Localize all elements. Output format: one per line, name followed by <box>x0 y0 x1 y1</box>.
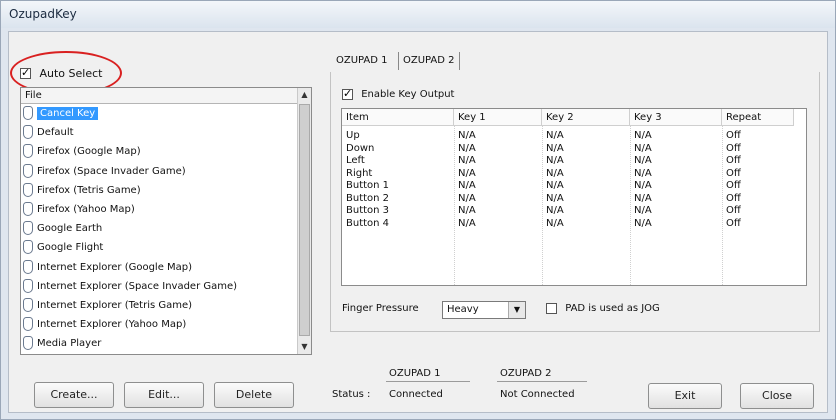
list-item[interactable]: Internet Explorer (Space Invader Game) <box>21 277 311 296</box>
list-item-label: Default <box>37 127 74 139</box>
title-bar[interactable]: OzupadKey <box>1 1 835 28</box>
status-label: Status : <box>332 389 371 400</box>
table-header-cell[interactable]: Key 3 <box>630 109 722 126</box>
list-items: Cancel Key Default Firefox (Google Map) Fir… <box>21 104 311 353</box>
finger-pressure-value: Heavy <box>447 304 479 315</box>
profile-icon <box>23 144 33 159</box>
window-title: OzupadKey <box>9 7 77 21</box>
list-item[interactable]: Media Player <box>21 334 311 353</box>
tab-ozupad-2[interactable]: OZUPAD 2 <box>398 52 460 70</box>
status-pad2-name: OZUPAD 2 <box>500 368 552 379</box>
profile-icon <box>23 278 33 293</box>
jog-label: PAD is used as JOG <box>565 303 660 314</box>
enable-key-output-check-icon[interactable] <box>342 87 353 100</box>
list-item-label: Media Player <box>37 338 102 350</box>
list-item-label: Internet Explorer (Yahoo Map) <box>37 319 187 331</box>
auto-select-label: Auto Select <box>39 66 103 80</box>
list-item[interactable]: Cancel Key <box>21 104 311 123</box>
profile-icon <box>23 125 33 140</box>
close-button[interactable]: Close <box>740 383 814 409</box>
profile-icon <box>23 336 33 351</box>
jog-check-icon[interactable] <box>546 303 557 314</box>
status-pad2-divider <box>497 381 587 382</box>
list-item-label: Cancel Key <box>37 107 99 120</box>
auto-select-check-icon[interactable] <box>20 66 31 79</box>
key-table[interactable]: Item Key 1 Key 2 Key 3 Repeat Up N/A N/A N/A Off D… <box>341 108 807 286</box>
exit-button[interactable]: Exit <box>648 383 722 409</box>
list-item-label: Firefox (Tetris Game) <box>37 184 141 196</box>
table-cell[interactable]: N/A <box>630 217 652 231</box>
auto-select-checkbox[interactable]: Auto Select <box>20 66 102 80</box>
profile-icon <box>23 297 33 312</box>
list-item[interactable]: Google Flight <box>21 238 311 257</box>
file-list[interactable]: File Cancel Key Default Firefox (Google Ma… <box>20 87 312 355</box>
profile-icon <box>23 182 33 197</box>
table-cell[interactable]: Button 4 <box>342 217 389 231</box>
list-item[interactable]: Firefox (Yahoo Map) <box>21 200 311 219</box>
status-pad1-divider <box>386 381 470 382</box>
profile-icon <box>23 163 33 178</box>
profile-icon <box>23 106 33 120</box>
finger-pressure-select[interactable]: Heavy ▼ <box>442 301 526 319</box>
list-item[interactable]: Firefox (Tetris Game) <box>21 181 311 200</box>
jog-checkbox[interactable]: PAD is used as JOG <box>546 303 660 315</box>
table-header-cell[interactable]: Key 1 <box>454 109 542 126</box>
scroll-thumb[interactable] <box>299 104 310 336</box>
list-item[interactable]: Internet Explorer (Google Map) <box>21 258 311 277</box>
create-button[interactable]: Create... <box>34 382 114 408</box>
profile-icon <box>23 221 33 236</box>
table-header-cell[interactable]: Key 2 <box>542 109 630 126</box>
delete-button[interactable]: Delete <box>214 382 294 408</box>
finger-pressure-label: Finger Pressure <box>342 303 419 314</box>
status-pad2-value: Not Connected <box>500 389 575 400</box>
list-scrollbar[interactable]: ▲ ▼ <box>297 88 311 354</box>
list-item-label: Firefox (Yahoo Map) <box>37 203 135 215</box>
table-cell[interactable]: N/A <box>454 217 476 231</box>
profile-icon <box>23 259 33 274</box>
list-item-label: Firefox (Google Map) <box>37 146 141 158</box>
table-cell[interactable]: N/A <box>542 217 564 231</box>
list-header-file[interactable]: File <box>21 88 311 104</box>
scroll-down-arrow-icon[interactable]: ▼ <box>298 340 311 354</box>
chevron-down-icon[interactable]: ▼ <box>508 302 525 318</box>
table-header-cell[interactable]: Item <box>342 109 454 126</box>
list-item[interactable]: Firefox (Google Map) <box>21 142 311 161</box>
status-pad1-name: OZUPAD 1 <box>389 368 441 379</box>
tab-ozupad-1[interactable]: OZUPAD 1 <box>332 52 392 70</box>
list-item-label: Google Earth <box>37 223 103 235</box>
list-item[interactable]: Google Earth <box>21 219 311 238</box>
enable-key-output-label: Enable Key Output <box>361 89 455 100</box>
profile-icon <box>23 317 33 332</box>
list-item[interactable]: Internet Explorer (Tetris Game) <box>21 296 311 315</box>
list-item[interactable]: Internet Explorer (Yahoo Map) <box>21 315 311 334</box>
profile-icon <box>23 240 33 255</box>
scroll-up-arrow-icon[interactable]: ▲ <box>298 88 311 102</box>
edit-button[interactable]: Edit... <box>124 382 204 408</box>
list-item-label: Internet Explorer (Tetris Game) <box>37 299 193 311</box>
list-item-label: Internet Explorer (Google Map) <box>37 261 193 273</box>
list-item[interactable]: Firefox (Space Invader Game) <box>21 162 311 181</box>
status-pad1-value: Connected <box>389 389 443 400</box>
list-item[interactable]: Default <box>21 123 311 142</box>
table-header-cell[interactable]: Repeat <box>722 109 794 126</box>
list-item-label: Internet Explorer (Space Invader Game) <box>37 280 238 292</box>
enable-key-output-checkbox[interactable]: Enable Key Output <box>342 87 455 101</box>
list-item-label: Firefox (Space Invader Game) <box>37 165 186 177</box>
list-item-label: Google Flight <box>37 242 104 254</box>
profile-icon <box>23 201 33 216</box>
table-cell[interactable]: Off <box>722 217 741 231</box>
